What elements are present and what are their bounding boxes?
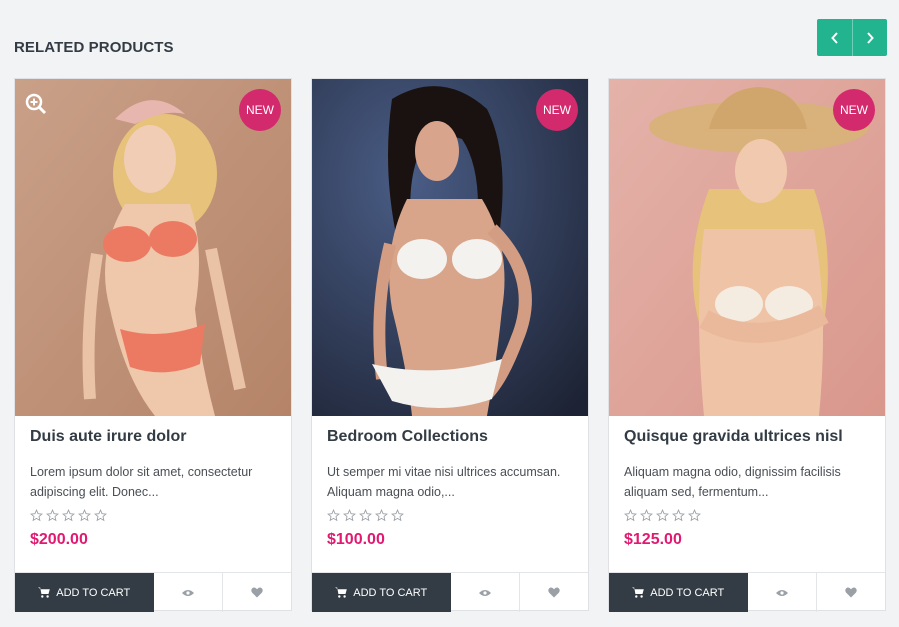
- product-description: Ut semper mi vitae nisi ultrices accumsa…: [327, 465, 561, 499]
- star-outline-icon: [656, 509, 669, 522]
- carousel-next-button[interactable]: [852, 19, 887, 56]
- eye-icon: [775, 589, 788, 596]
- rating-stars: [30, 509, 107, 522]
- star-outline-icon: [640, 509, 653, 522]
- product-price: $100.00: [327, 531, 385, 548]
- product-actions: ADD TO CART: [609, 572, 885, 612]
- product-image[interactable]: NEW: [312, 79, 588, 416]
- product-price: $125.00: [624, 531, 682, 548]
- star-outline-icon: [78, 509, 91, 522]
- star-outline-icon: [624, 509, 637, 522]
- quick-view-button[interactable]: [748, 573, 817, 612]
- add-to-cart-label: ADD TO CART: [353, 586, 428, 599]
- star-outline-icon: [327, 509, 340, 522]
- product-actions: ADD TO CART: [15, 572, 291, 612]
- star-outline-icon: [688, 509, 701, 522]
- product-card: NEW Quisque gravida ultrices nisl Aliqua…: [608, 78, 886, 612]
- add-to-cart-button[interactable]: ADD TO CART: [609, 573, 748, 612]
- product-price: $200.00: [30, 531, 88, 548]
- quick-view-button[interactable]: [154, 573, 223, 612]
- rating-stars: [624, 509, 701, 522]
- star-outline-icon: [375, 509, 388, 522]
- cart-icon: [335, 587, 348, 598]
- new-badge: NEW: [536, 89, 578, 131]
- add-to-cart-button[interactable]: ADD TO CART: [15, 573, 154, 612]
- product-description: Lorem ipsum dolor sit amet, consectetur …: [30, 465, 253, 499]
- star-outline-icon: [359, 509, 372, 522]
- star-outline-icon: [391, 509, 404, 522]
- cart-icon: [632, 587, 645, 598]
- eye-icon: [181, 589, 194, 596]
- cart-icon: [38, 587, 51, 598]
- product-actions: ADD TO CART: [312, 572, 588, 612]
- new-badge: NEW: [833, 89, 875, 131]
- product-description: Aliquam magna odio, dignissim facilisis …: [624, 465, 841, 499]
- chevron-left-icon: [830, 31, 838, 44]
- eye-icon: [478, 589, 491, 596]
- section-title: RELATED PRODUCTS: [14, 39, 174, 56]
- carousel-prev-button[interactable]: [817, 19, 852, 56]
- heart-icon: [845, 587, 857, 598]
- heart-icon: [251, 587, 263, 598]
- add-to-cart-button[interactable]: ADD TO CART: [312, 573, 451, 612]
- product-card: NEW Duis aute irure dolor Lorem ipsum do…: [14, 78, 292, 612]
- new-badge: NEW: [239, 89, 281, 131]
- product-title[interactable]: Duis aute irure dolor: [30, 428, 186, 446]
- product-title[interactable]: Bedroom Collections: [327, 428, 488, 446]
- product-title[interactable]: Quisque gravida ultrices nisl: [624, 428, 843, 446]
- star-outline-icon: [62, 509, 75, 522]
- zoom-icon[interactable]: [25, 93, 47, 115]
- star-outline-icon: [343, 509, 356, 522]
- star-outline-icon: [94, 509, 107, 522]
- add-to-cart-label: ADD TO CART: [56, 586, 131, 599]
- star-outline-icon: [30, 509, 43, 522]
- quick-view-button[interactable]: [451, 573, 520, 612]
- wishlist-button[interactable]: [816, 573, 885, 612]
- heart-icon: [548, 587, 560, 598]
- add-to-cart-label: ADD TO CART: [650, 586, 725, 599]
- star-outline-icon: [672, 509, 685, 522]
- wishlist-button[interactable]: [222, 573, 291, 612]
- rating-stars: [327, 509, 404, 522]
- carousel-nav: [817, 19, 887, 56]
- product-image[interactable]: NEW: [609, 79, 885, 416]
- product-image[interactable]: NEW: [15, 79, 291, 416]
- product-card: NEW Bedroom Collections Ut semper mi vit…: [311, 78, 589, 612]
- star-outline-icon: [46, 509, 59, 522]
- chevron-right-icon: [867, 31, 874, 44]
- wishlist-button[interactable]: [519, 573, 588, 612]
